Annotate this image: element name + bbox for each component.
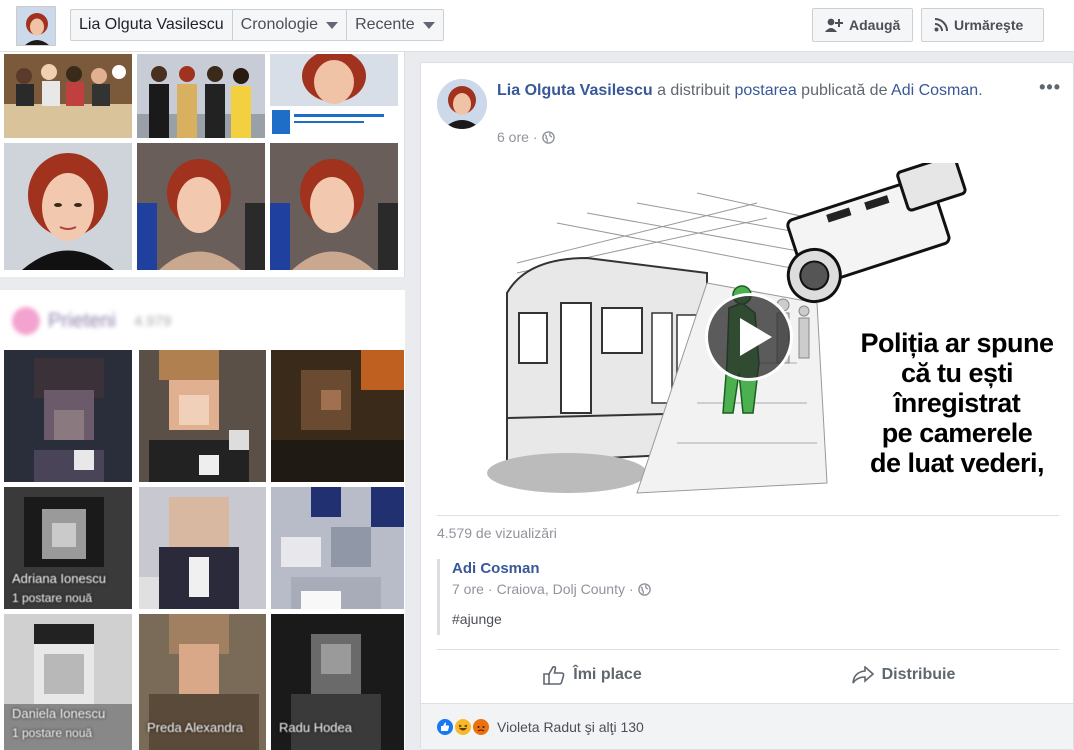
friend-name: Preda Alexandra [147,720,244,735]
friend-new-posts: 1 postare nouă [12,591,93,605]
friends-header[interactable]: Prieteni 4.979 [12,304,171,338]
friend-tile[interactable]: Daniela Ionescu 1 postare nouă [4,614,132,750]
photo-thumbnail[interactable] [4,143,132,270]
friend-tile[interactable] [271,487,404,609]
caption-line: de luat vederi, [869,448,1045,478]
profile-thumbnail[interactable] [16,6,56,46]
friend-tile[interactable]: Radu Hodea [271,614,404,750]
original-post-attribution: Adi Cosman 7 ore · Craiova, Dolj County … [437,559,737,635]
share-arrow-icon [851,666,874,684]
photo-thumbnail[interactable] [270,54,398,138]
separator: · [487,581,493,597]
friend-tile[interactable]: Adriana Ionescu 1 postare nouă [4,487,132,609]
recent-label: Recente [355,16,415,33]
friend-name: Daniela Ionescu [12,706,106,721]
post-author-link[interactable]: Lia Olguta Vasilescu [497,82,653,99]
friends-section: Prieteni 4.979 Adriana Ionescu 1 postare… [0,290,405,750]
separator: · [628,581,634,597]
caption-line: înregistrat [893,388,1021,418]
post-time: 6 ore [497,129,529,145]
follow-button[interactable]: Urmăreşte [921,8,1044,42]
post-link[interactable]: postarea [734,82,796,99]
globe-icon [541,130,555,144]
like-label: Îmi place [573,666,642,683]
friend-name: Radu Hodea [279,720,352,735]
photo-thumbnail[interactable] [270,143,398,270]
video-player[interactable]: Poliția ar spune că tu ești înregistrat … [437,163,1061,513]
video-caption: Poliția ar spune că tu ești înregistrat … [857,328,1057,478]
original-post-meta: 7 ore · Craiova, Dolj County · [452,581,737,597]
friends-title: Prieteni [48,309,116,332]
post-actions: Îmi place Distribuie [437,653,1059,697]
page-header: Lia Olguta Vasilescu Cronologie Recente … [0,0,1074,52]
share-button[interactable]: Distribuie [748,653,1059,697]
friends-icon [12,307,40,335]
follow-label: Urmăreşte [954,17,1024,33]
friend-new-posts: 1 postare nouă [12,726,93,740]
add-friend-icon [825,18,843,32]
view-count: 4.579 de vizualizări [437,525,557,541]
profile-name: Lia Olguta Vasilescu [79,16,224,33]
like-reaction-icon [435,716,455,737]
photo-thumbnail[interactable] [4,54,132,138]
separator: · [532,129,538,145]
hashtag-link[interactable]: #ajunge [452,611,737,627]
play-button-icon[interactable] [705,293,793,381]
post-timestamp[interactable]: 6 ore · [497,129,555,145]
caret-down-icon [326,21,339,29]
location-link[interactable]: Craiova, Dolj County [497,581,625,597]
share-label: Distribuie [881,666,956,683]
reactions-bar[interactable]: Violeta Radut şi alţi 130 [421,703,1073,749]
caret-down-icon [422,21,435,29]
divider [437,515,1059,516]
friend-tile[interactable] [139,487,266,609]
original-author-link[interactable]: Adi Cosman [891,82,978,99]
caption-line: pe camerele [881,418,1033,448]
divider [437,649,1059,650]
thumbs-up-icon [543,665,565,685]
angry-reaction-icon [471,716,491,737]
author-avatar[interactable] [437,79,487,129]
original-author-name[interactable]: Adi Cosman [452,559,737,579]
caption-line: Poliția ar spune [860,328,1054,358]
more-options-icon[interactable]: ••• [1039,77,1061,98]
profile-name-link[interactable]: Lia Olguta Vasilescu [71,10,233,40]
timeline-label: Cronologie [240,16,319,33]
friend-name: Adriana Ionescu [12,571,106,586]
caption-line: că tu ești [900,358,1014,388]
like-button[interactable]: Îmi place [437,653,748,697]
globe-icon [637,582,651,596]
photo-thumbnail[interactable] [137,143,265,270]
add-friend-button[interactable]: Adaugă [812,8,914,42]
photo-thumbnail[interactable] [137,54,265,138]
recent-dropdown[interactable]: Recente [347,10,443,40]
friend-tile[interactable]: Preda Alexandra [139,614,266,750]
rss-icon [934,18,948,32]
original-time[interactable]: 7 ore [452,581,484,597]
reactions-summary[interactable]: Violeta Radut şi alţi 130 [497,719,644,735]
friend-tile[interactable] [4,350,132,482]
photos-grid [0,52,405,277]
published-by: publicată de [801,82,888,99]
haha-reaction-icon [453,716,473,737]
shared-verb: a distribuit [657,82,730,99]
friends-count: 4.979 [133,312,172,330]
profile-nav: Lia Olguta Vasilescu Cronologie Recente [70,9,444,41]
post-header: Lia Olguta Vasilescu a distribuit postar… [497,79,997,103]
shared-post: Lia Olguta Vasilescu a distribuit postar… [420,62,1074,750]
period: . [978,82,983,99]
friend-tile[interactable] [139,350,266,482]
friend-tile[interactable] [271,350,404,482]
timeline-dropdown[interactable]: Cronologie [233,10,348,40]
add-friend-label: Adaugă [849,17,901,33]
